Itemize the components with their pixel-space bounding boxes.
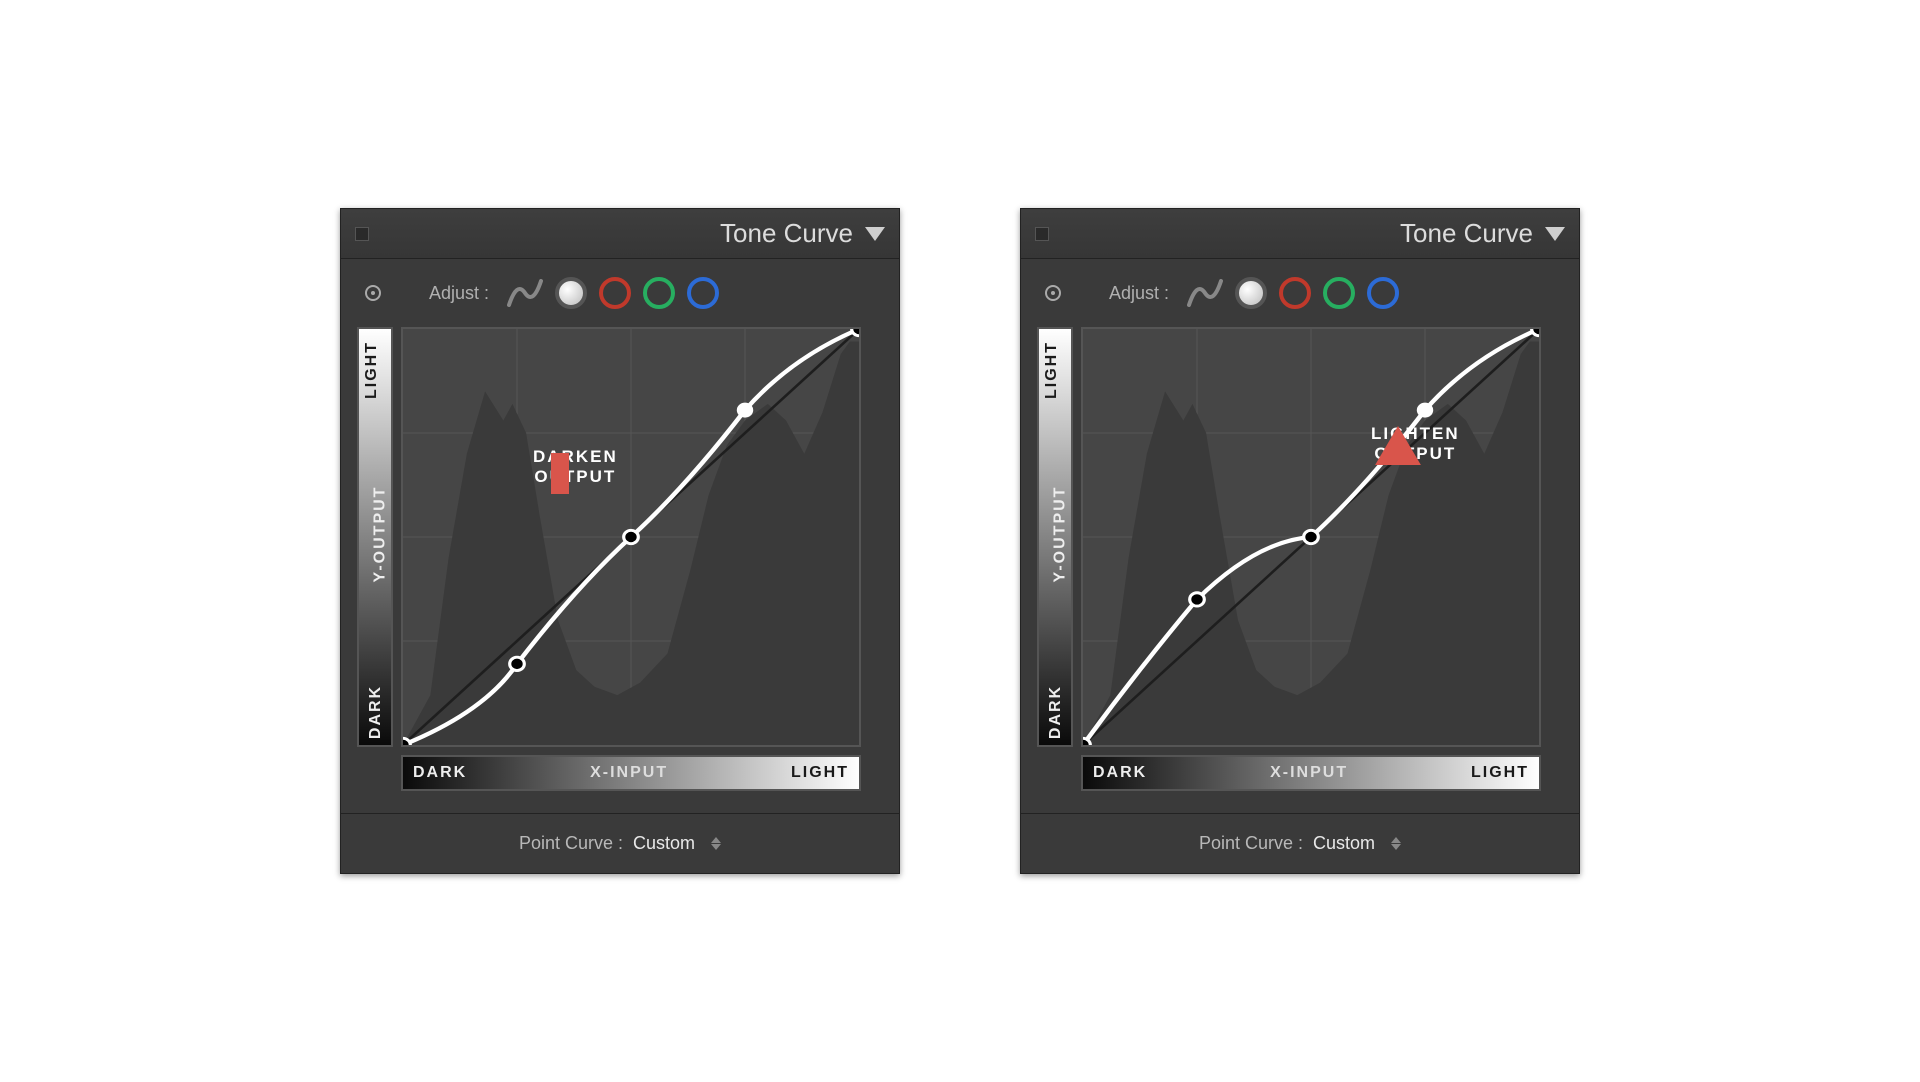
x-axis-mid-label: X-INPUT: [1270, 764, 1348, 782]
lighten-annotation: LIGHTEN OUTPUT: [1371, 424, 1460, 465]
x-axis-gradient: DARK X-INPUT LIGHT: [1081, 755, 1541, 791]
tone-curve-graph[interactable]: LIGHTEN OUTPUT: [1081, 327, 1541, 747]
panel-header: Tone Curve: [1021, 209, 1579, 259]
collapse-icon[interactable]: [865, 227, 885, 241]
y-axis-gradient: LIGHT Y-OUTPUT DARK: [1037, 327, 1073, 747]
parametric-curve-icon[interactable]: [1187, 279, 1223, 307]
darken-annotation: DARKEN OUTPUT: [533, 447, 618, 488]
x-axis-mid-label: X-INPUT: [590, 764, 668, 782]
tone-curve-graph[interactable]: DARKEN OUTPUT: [401, 327, 861, 747]
adjust-row: Adjust :: [341, 259, 899, 319]
panel-status-chip: [355, 227, 369, 241]
curve-area: LIGHT Y-OUTPUT DARK: [341, 319, 899, 791]
panel-footer: Point Curve : Custom: [1021, 813, 1579, 873]
panel-title: Tone Curve: [720, 218, 853, 249]
y-axis-gradient: LIGHT Y-OUTPUT DARK: [357, 327, 393, 747]
channel-blue-button[interactable]: [1367, 277, 1399, 309]
channel-red-button[interactable]: [599, 277, 631, 309]
panel-status-chip: [1035, 227, 1049, 241]
point-curve-label: Point Curve :: [519, 833, 623, 854]
y-axis-dark-label: DARK: [1047, 685, 1065, 739]
y-axis-light-label: LIGHT: [1043, 341, 1061, 399]
point-curve-stepper[interactable]: [1391, 837, 1401, 850]
channel-green-button[interactable]: [1323, 277, 1355, 309]
adjust-row: Adjust :: [1021, 259, 1579, 319]
point-curve-stepper[interactable]: [711, 837, 721, 850]
targeted-adjustment-icon[interactable]: [365, 285, 381, 301]
y-axis-light-label: LIGHT: [363, 341, 381, 399]
x-axis-gradient: DARK X-INPUT LIGHT: [401, 755, 861, 791]
x-axis-light-label: LIGHT: [1471, 764, 1529, 782]
channel-red-button[interactable]: [1279, 277, 1311, 309]
y-axis-mid-label: Y-OUTPUT: [371, 486, 389, 583]
curve-area: LIGHT Y-OUTPUT DARK: [1021, 319, 1579, 791]
x-axis-light-label: LIGHT: [791, 764, 849, 782]
panel-header: Tone Curve: [341, 209, 899, 259]
arrow-up-icon: [1371, 424, 1460, 465]
panel-footer: Point Curve : Custom: [341, 813, 899, 873]
tone-curve-panel-left: Tone Curve Adjust : LIGHT Y-OUTPUT DARK: [340, 208, 900, 874]
adjust-label: Adjust :: [1109, 283, 1169, 304]
arrow-down-icon: [533, 453, 618, 494]
channel-rgb-button[interactable]: [555, 277, 587, 309]
collapse-icon[interactable]: [1545, 227, 1565, 241]
targeted-adjustment-icon[interactable]: [1045, 285, 1061, 301]
tone-curve-panel-right: Tone Curve Adjust : LIGHT Y-OUTPUT DARK: [1020, 208, 1580, 874]
channel-blue-button[interactable]: [687, 277, 719, 309]
x-axis-dark-label: DARK: [1093, 764, 1147, 782]
parametric-curve-icon[interactable]: [507, 279, 543, 307]
channel-green-button[interactable]: [643, 277, 675, 309]
adjust-label: Adjust :: [429, 283, 489, 304]
y-axis-mid-label: Y-OUTPUT: [1051, 486, 1069, 583]
point-curve-value[interactable]: Custom: [1313, 833, 1375, 854]
channel-rgb-button[interactable]: [1235, 277, 1267, 309]
point-curve-value[interactable]: Custom: [633, 833, 695, 854]
point-curve-label: Point Curve :: [1199, 833, 1303, 854]
panel-title: Tone Curve: [1400, 218, 1533, 249]
x-axis-dark-label: DARK: [413, 764, 467, 782]
y-axis-dark-label: DARK: [367, 685, 385, 739]
